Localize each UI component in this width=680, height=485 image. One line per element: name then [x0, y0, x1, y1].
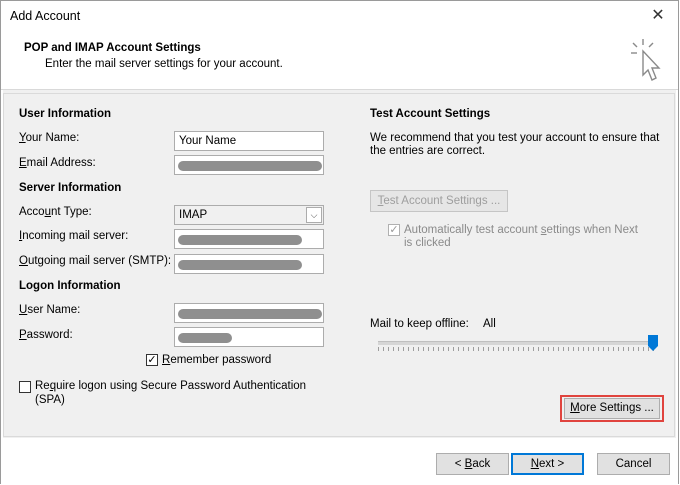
redacted-email: [178, 161, 322, 171]
close-icon[interactable]: ✕: [648, 6, 668, 26]
email-address-input[interactable]: [174, 155, 324, 175]
test-account-heading: Test Account Settings: [370, 108, 491, 120]
user-name-label: User Name:: [19, 304, 81, 316]
auto-test-checkbox[interactable]: ✓: [388, 224, 400, 236]
password-label: Password:: [19, 329, 73, 341]
user-information-heading: User Information: [19, 108, 112, 120]
user-name-input[interactable]: [174, 303, 324, 323]
require-spa-checkbox[interactable]: [19, 381, 31, 393]
page-subtitle: Enter the mail server settings for your …: [45, 58, 283, 70]
offline-slider-track[interactable]: [378, 341, 652, 345]
your-name-input[interactable]: Your Name: [174, 131, 324, 151]
your-name-label: Your Name:: [19, 132, 80, 144]
incoming-mail-server-input[interactable]: [174, 229, 324, 249]
chevron-down-icon[interactable]: ⌵: [306, 207, 322, 223]
password-input[interactable]: [174, 327, 324, 347]
test-account-settings-button[interactable]: Test Account Settings ...: [370, 190, 508, 212]
offline-slider-ticks: [378, 347, 654, 351]
outgoing-mail-server-label: Outgoing mail server (SMTP):: [19, 255, 172, 267]
auto-test-label: Automatically test account settings when…: [404, 224, 638, 236]
logon-information-heading: Logon Information: [19, 280, 121, 292]
remember-password-checkbox[interactable]: ✓: [146, 354, 158, 366]
require-spa-label: Require logon using Secure Password Auth…: [35, 380, 307, 392]
cursor-click-icon: [631, 39, 661, 81]
mail-offline-value: All: [483, 318, 496, 330]
redacted-password: [178, 333, 232, 343]
add-account-window: Add Account ✕ POP and IMAP Account Setti…: [0, 0, 679, 485]
outgoing-mail-server-input[interactable]: [174, 254, 324, 274]
account-type-select[interactable]: IMAP ⌵: [174, 205, 324, 225]
your-name-value: Your Name: [179, 135, 237, 147]
back-button[interactable]: < Back: [436, 453, 509, 475]
auto-test-label-line2: is clicked: [404, 237, 451, 249]
incoming-mail-server-label: Incoming mail server:: [19, 230, 129, 242]
offline-slider-thumb[interactable]: [648, 335, 658, 351]
test-account-description-line1: We recommend that you test your account …: [370, 132, 660, 144]
server-information-heading: Server Information: [19, 182, 122, 194]
require-spa-label-line2: (SPA): [35, 394, 65, 406]
email-address-label: Email Address:: [19, 157, 96, 169]
title-bar: Add Account ✕: [1, 1, 678, 33]
test-account-description-line2: the entries are correct.: [370, 145, 486, 157]
account-type-label: Account Type:: [19, 206, 92, 218]
mail-offline-label: Mail to keep offline:: [370, 318, 469, 330]
remember-password-label: Remember password: [162, 354, 272, 366]
window-title: Add Account: [10, 9, 81, 23]
more-settings-button[interactable]: More Settings ...: [564, 398, 660, 419]
page-title: POP and IMAP Account Settings: [24, 42, 201, 54]
redacted-incoming-server: [178, 235, 302, 245]
account-type-value: IMAP: [179, 209, 208, 221]
redacted-outgoing-server: [178, 260, 302, 270]
redacted-user-name: [178, 309, 322, 319]
next-button[interactable]: Next >: [511, 453, 584, 475]
cancel-button[interactable]: Cancel: [597, 453, 670, 475]
